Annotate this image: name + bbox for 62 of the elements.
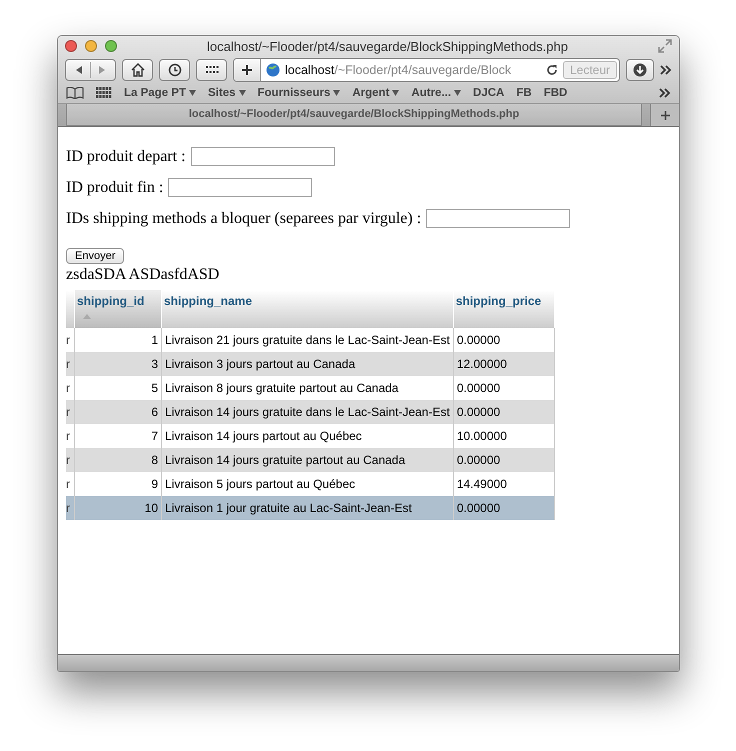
output-text: zsdaSDA ASDasfdASD: [66, 266, 220, 284]
submit-button[interactable]: Envoyer: [66, 248, 124, 264]
add-bookmark-button[interactable]: [234, 58, 261, 80]
sort-icon: [83, 314, 91, 320]
input-field[interactable]: [426, 209, 570, 228]
history-button[interactable]: [159, 58, 190, 80]
address-bar[interactable]: localhost/~Flooder/pt4/sauvegarde/Block Lecteur: [233, 58, 620, 82]
column-header[interactable]: shipping_name: [162, 290, 454, 328]
bookmark-item[interactable]: FB: [516, 87, 532, 99]
fullscreen-icon[interactable]: [658, 39, 672, 53]
bookmark-item[interactable]: Sites: [208, 87, 246, 99]
table-cell: 10: [74, 496, 162, 520]
table-row[interactable]: r 1 Livraison 21 jours gratuite dans le Lac-Saint-Jean-Est 0.00000: [66, 328, 554, 352]
back-forward-button[interactable]: [65, 58, 116, 80]
top-sites-button[interactable]: [196, 58, 227, 80]
field-label: ID produit depart :: [66, 148, 186, 166]
forward-icon[interactable]: [97, 64, 107, 74]
bookmark-item[interactable]: DJCA: [473, 87, 504, 99]
field-label: ID produit fin :: [66, 178, 164, 196]
home-button[interactable]: [122, 58, 153, 80]
bookmark-item[interactable]: La Page PT: [124, 87, 196, 99]
clock-icon: [168, 62, 182, 76]
table-cell: r: [66, 496, 74, 520]
downloads-button[interactable]: [626, 58, 654, 80]
grid-icon: [204, 64, 218, 74]
table-row[interactable]: r 10 Livraison 1 jour gratuite au Lac-Saint-Jean-Est 0.00000: [66, 496, 554, 520]
bookmark-item[interactable]: Fournisseurs: [258, 87, 340, 99]
plus-icon: [241, 64, 253, 76]
table-header: [66, 290, 74, 328]
minimize-button[interactable]: [85, 40, 97, 52]
grid-icon[interactable]: [96, 87, 112, 99]
browser-tab[interactable]: localhost/~Flooder/pt4/sauvegarde/BlockShippingMethods.php: [66, 104, 642, 126]
home-icon: [130, 62, 144, 76]
book-icon[interactable]: [66, 87, 84, 99]
table-row[interactable]: r 8 Livraison 14 jours gratuite partout au Canada 0.00000: [66, 448, 554, 472]
input-field[interactable]: [168, 178, 312, 197]
column-header[interactable]: shipping_price: [453, 290, 554, 328]
globe-icon: [266, 62, 280, 76]
table-cell: 0.00000: [453, 496, 554, 520]
input-field[interactable]: [190, 147, 335, 166]
table-row[interactable]: r 6 Livraison 14 jours gratuite dans le Lac-Saint-Jean-Est 0.00000: [66, 400, 554, 424]
column-header[interactable]: shipping_id: [74, 290, 162, 328]
new-tab-button[interactable]: [650, 104, 679, 126]
table-row[interactable]: r 5 Livraison 8 jours gratuite partout au Canada 0.00000: [66, 376, 554, 400]
more-icon[interactable]: [659, 88, 671, 98]
download-icon: [633, 62, 647, 76]
back-icon[interactable]: [74, 64, 84, 74]
table-row[interactable]: r 9 Livraison 5 jours partout au Québec 14.49000: [66, 472, 554, 496]
table-row[interactable]: r 3 Livraison 3 jours partout au Canada 12.00000: [66, 352, 554, 376]
table-cell: Livraison 1 jour gratuite au Lac-Saint-Jean-Est: [162, 496, 454, 520]
window-title: localhost/~Flooder/pt4/sauvegarde/BlockShippingMethods.php: [206, 38, 569, 54]
table-row[interactable]: r 7 Livraison 14 jours partout au Québec 10.00000: [66, 424, 554, 448]
bookmark-item[interactable]: Argent: [352, 87, 400, 99]
url-text: localhost/~Flooder/pt4/sauvegarde/Block: [285, 62, 512, 76]
bookmark-item[interactable]: Autre...: [411, 87, 462, 99]
bookmark-item[interactable]: FBD: [544, 87, 568, 99]
zoom-button[interactable]: [105, 40, 117, 52]
reload-icon[interactable]: [546, 64, 558, 76]
close-button[interactable]: [65, 40, 77, 52]
more-icon[interactable]: [660, 64, 672, 74]
field-label: IDs shipping methods a bloquer (separees par virgule) :: [66, 210, 422, 228]
plus-icon: [660, 110, 670, 120]
